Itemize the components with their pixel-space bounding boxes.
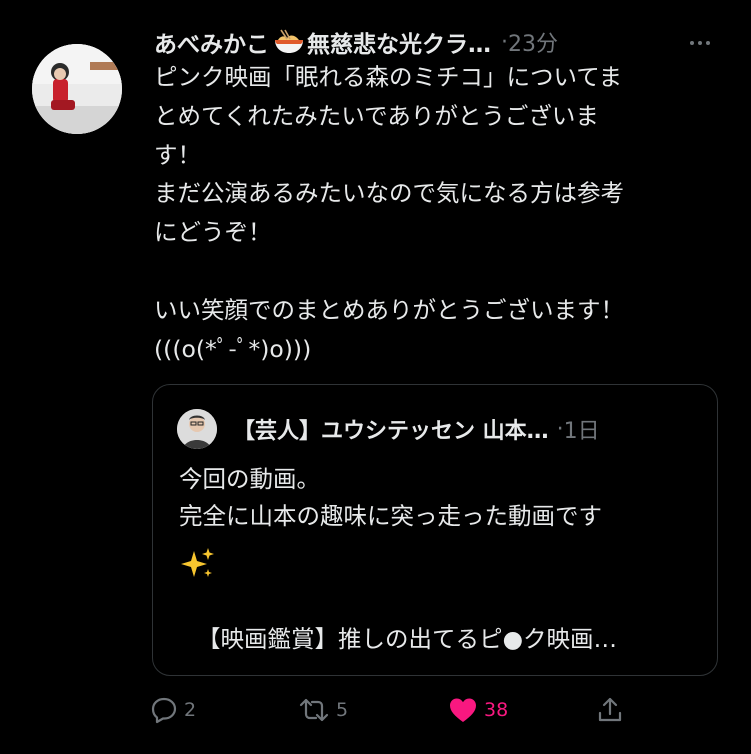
quoted-line: 完全に山本の趣味に突っ走った動画です xyxy=(179,502,602,530)
reply-count: 2 xyxy=(184,699,197,721)
share-icon xyxy=(598,697,622,722)
more-icon[interactable] xyxy=(686,28,714,56)
tweet-actions: 2 5 38 xyxy=(150,690,650,730)
quoted-line: 今回の動画。 xyxy=(179,465,320,493)
quoted-link-text[interactable]: 【映画鑑賞】推しの出てるピ●ク映画… xyxy=(197,621,707,657)
quoted-separator: · xyxy=(556,416,564,442)
reply-button[interactable]: 2 xyxy=(150,690,196,730)
sparkles-emoji xyxy=(181,548,214,577)
reply-icon xyxy=(151,697,177,724)
like-count: 38 xyxy=(484,699,509,721)
heart-icon xyxy=(450,698,476,722)
quoted-avatar-photo xyxy=(177,409,217,449)
quoted-time: 1日 xyxy=(563,419,600,444)
quoted-author-avatar xyxy=(177,409,217,449)
author-name[interactable]: あべみかこ xyxy=(154,25,269,59)
tweet: あべみかこ 無慈悲な光クラ… · 23分 ピンク映画「眠れる森のミチコ」について… xyxy=(0,0,751,754)
quoted-tweet[interactable]: 【芸人】ユウシテッセン 山本… · 1日 今回の動画。 完全に山本の趣味に突っ走… xyxy=(152,384,718,676)
tweet-time[interactable]: 23分 xyxy=(508,26,558,58)
header-separator: · xyxy=(501,29,508,55)
retweet-count: 5 xyxy=(336,699,349,721)
tweet-body: ピンク映画「眠れる森のミチコ」についてま とめてくれたみたいでありがとうございま… xyxy=(154,63,624,363)
share-button[interactable] xyxy=(596,690,624,730)
like-button[interactable]: 38 xyxy=(448,690,508,730)
avatar-photo xyxy=(32,44,122,134)
author-avatar[interactable] xyxy=(32,44,122,134)
quoted-author-name: 【芸人】ユウシテッセン 山本… xyxy=(233,419,549,444)
quoted-text: 今回の動画。 完全に山本の趣味に突っ走った動画です xyxy=(179,461,709,535)
tweet-header: あべみかこ 無慈悲な光クラ… · 23分 xyxy=(154,26,714,58)
ramen-bowl-emoji xyxy=(275,29,303,53)
retweet-icon xyxy=(299,698,329,722)
quoted-header: 【芸人】ユウシテッセン 山本… · 1日 xyxy=(233,413,703,445)
author-name-suffix[interactable]: 無慈悲な光クラ… xyxy=(307,25,491,59)
retweet-button[interactable]: 5 xyxy=(298,690,348,730)
